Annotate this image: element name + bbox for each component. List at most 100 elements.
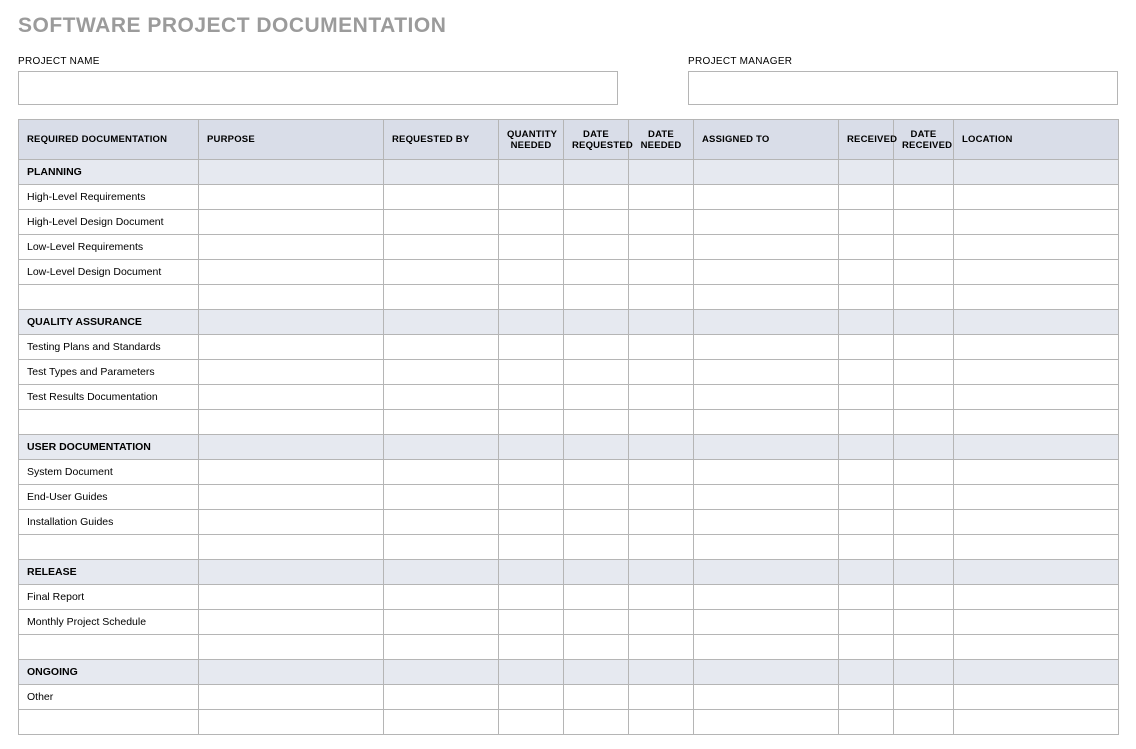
data-cell[interactable]: [499, 710, 564, 735]
data-cell[interactable]: [629, 360, 694, 385]
data-cell[interactable]: [894, 335, 954, 360]
data-cell[interactable]: [894, 685, 954, 710]
data-cell[interactable]: [499, 385, 564, 410]
data-cell[interactable]: [894, 510, 954, 535]
data-cell[interactable]: [499, 685, 564, 710]
data-cell[interactable]: [894, 585, 954, 610]
data-cell[interactable]: [199, 460, 384, 485]
data-cell[interactable]: [564, 460, 629, 485]
data-cell[interactable]: [384, 510, 499, 535]
data-cell[interactable]: [954, 210, 1119, 235]
data-cell[interactable]: [894, 485, 954, 510]
data-cell[interactable]: [694, 410, 839, 435]
data-cell[interactable]: [694, 610, 839, 635]
data-cell[interactable]: [384, 610, 499, 635]
data-cell[interactable]: [499, 360, 564, 385]
data-cell[interactable]: [199, 510, 384, 535]
data-cell[interactable]: [694, 360, 839, 385]
data-cell[interactable]: [199, 185, 384, 210]
data-cell[interactable]: [629, 185, 694, 210]
data-cell[interactable]: [384, 710, 499, 735]
data-cell[interactable]: [894, 260, 954, 285]
data-cell[interactable]: [894, 410, 954, 435]
data-cell[interactable]: [199, 235, 384, 260]
project-manager-input[interactable]: [688, 71, 1118, 105]
data-cell[interactable]: [694, 335, 839, 360]
data-cell[interactable]: [839, 635, 894, 660]
data-cell[interactable]: [564, 210, 629, 235]
data-cell[interactable]: [694, 460, 839, 485]
data-cell[interactable]: [629, 210, 694, 235]
data-cell[interactable]: [954, 635, 1119, 660]
data-cell[interactable]: [894, 185, 954, 210]
data-cell[interactable]: [629, 460, 694, 485]
data-cell[interactable]: [954, 460, 1119, 485]
data-cell[interactable]: [954, 235, 1119, 260]
data-cell[interactable]: [954, 710, 1119, 735]
data-cell[interactable]: [894, 385, 954, 410]
data-cell[interactable]: [499, 535, 564, 560]
data-cell[interactable]: [629, 535, 694, 560]
data-cell[interactable]: [629, 385, 694, 410]
data-cell[interactable]: [384, 635, 499, 660]
data-cell[interactable]: [954, 360, 1119, 385]
data-cell[interactable]: [199, 585, 384, 610]
data-cell[interactable]: [954, 385, 1119, 410]
data-cell[interactable]: [629, 260, 694, 285]
data-cell[interactable]: [694, 185, 839, 210]
data-cell[interactable]: [954, 485, 1119, 510]
data-cell[interactable]: [199, 710, 384, 735]
data-cell[interactable]: [384, 360, 499, 385]
data-cell[interactable]: [384, 385, 499, 410]
data-cell[interactable]: [199, 535, 384, 560]
data-cell[interactable]: [384, 185, 499, 210]
data-cell[interactable]: [629, 235, 694, 260]
data-cell[interactable]: [894, 460, 954, 485]
data-cell[interactable]: [564, 635, 629, 660]
data-cell[interactable]: [499, 185, 564, 210]
data-cell[interactable]: [839, 235, 894, 260]
data-cell[interactable]: [629, 585, 694, 610]
project-name-input[interactable]: [18, 71, 618, 105]
data-cell[interactable]: [499, 510, 564, 535]
data-cell[interactable]: [839, 585, 894, 610]
data-cell[interactable]: [199, 685, 384, 710]
data-cell[interactable]: [694, 385, 839, 410]
data-cell[interactable]: [629, 410, 694, 435]
data-cell[interactable]: [694, 210, 839, 235]
data-cell[interactable]: [499, 285, 564, 310]
data-cell[interactable]: [199, 485, 384, 510]
data-cell[interactable]: [839, 385, 894, 410]
data-cell[interactable]: [629, 635, 694, 660]
data-cell[interactable]: [694, 635, 839, 660]
data-cell[interactable]: [564, 260, 629, 285]
data-cell[interactable]: [384, 260, 499, 285]
data-cell[interactable]: [894, 360, 954, 385]
data-cell[interactable]: [694, 260, 839, 285]
data-cell[interactable]: [694, 235, 839, 260]
data-cell[interactable]: [629, 335, 694, 360]
data-cell[interactable]: [564, 385, 629, 410]
data-cell[interactable]: [499, 260, 564, 285]
data-cell[interactable]: [384, 335, 499, 360]
data-cell[interactable]: [629, 285, 694, 310]
data-cell[interactable]: [894, 285, 954, 310]
data-cell[interactable]: [384, 410, 499, 435]
data-cell[interactable]: [954, 535, 1119, 560]
data-cell[interactable]: [894, 210, 954, 235]
data-cell[interactable]: [499, 235, 564, 260]
data-cell[interactable]: [839, 535, 894, 560]
data-cell[interactable]: [199, 260, 384, 285]
data-cell[interactable]: [199, 385, 384, 410]
data-cell[interactable]: [384, 285, 499, 310]
data-cell[interactable]: [629, 610, 694, 635]
data-cell[interactable]: [384, 485, 499, 510]
data-cell[interactable]: [564, 360, 629, 385]
data-cell[interactable]: [564, 185, 629, 210]
data-cell[interactable]: [839, 610, 894, 635]
data-cell[interactable]: [199, 635, 384, 660]
data-cell[interactable]: [954, 285, 1119, 310]
data-cell[interactable]: [894, 235, 954, 260]
data-cell[interactable]: [629, 710, 694, 735]
data-cell[interactable]: [499, 335, 564, 360]
